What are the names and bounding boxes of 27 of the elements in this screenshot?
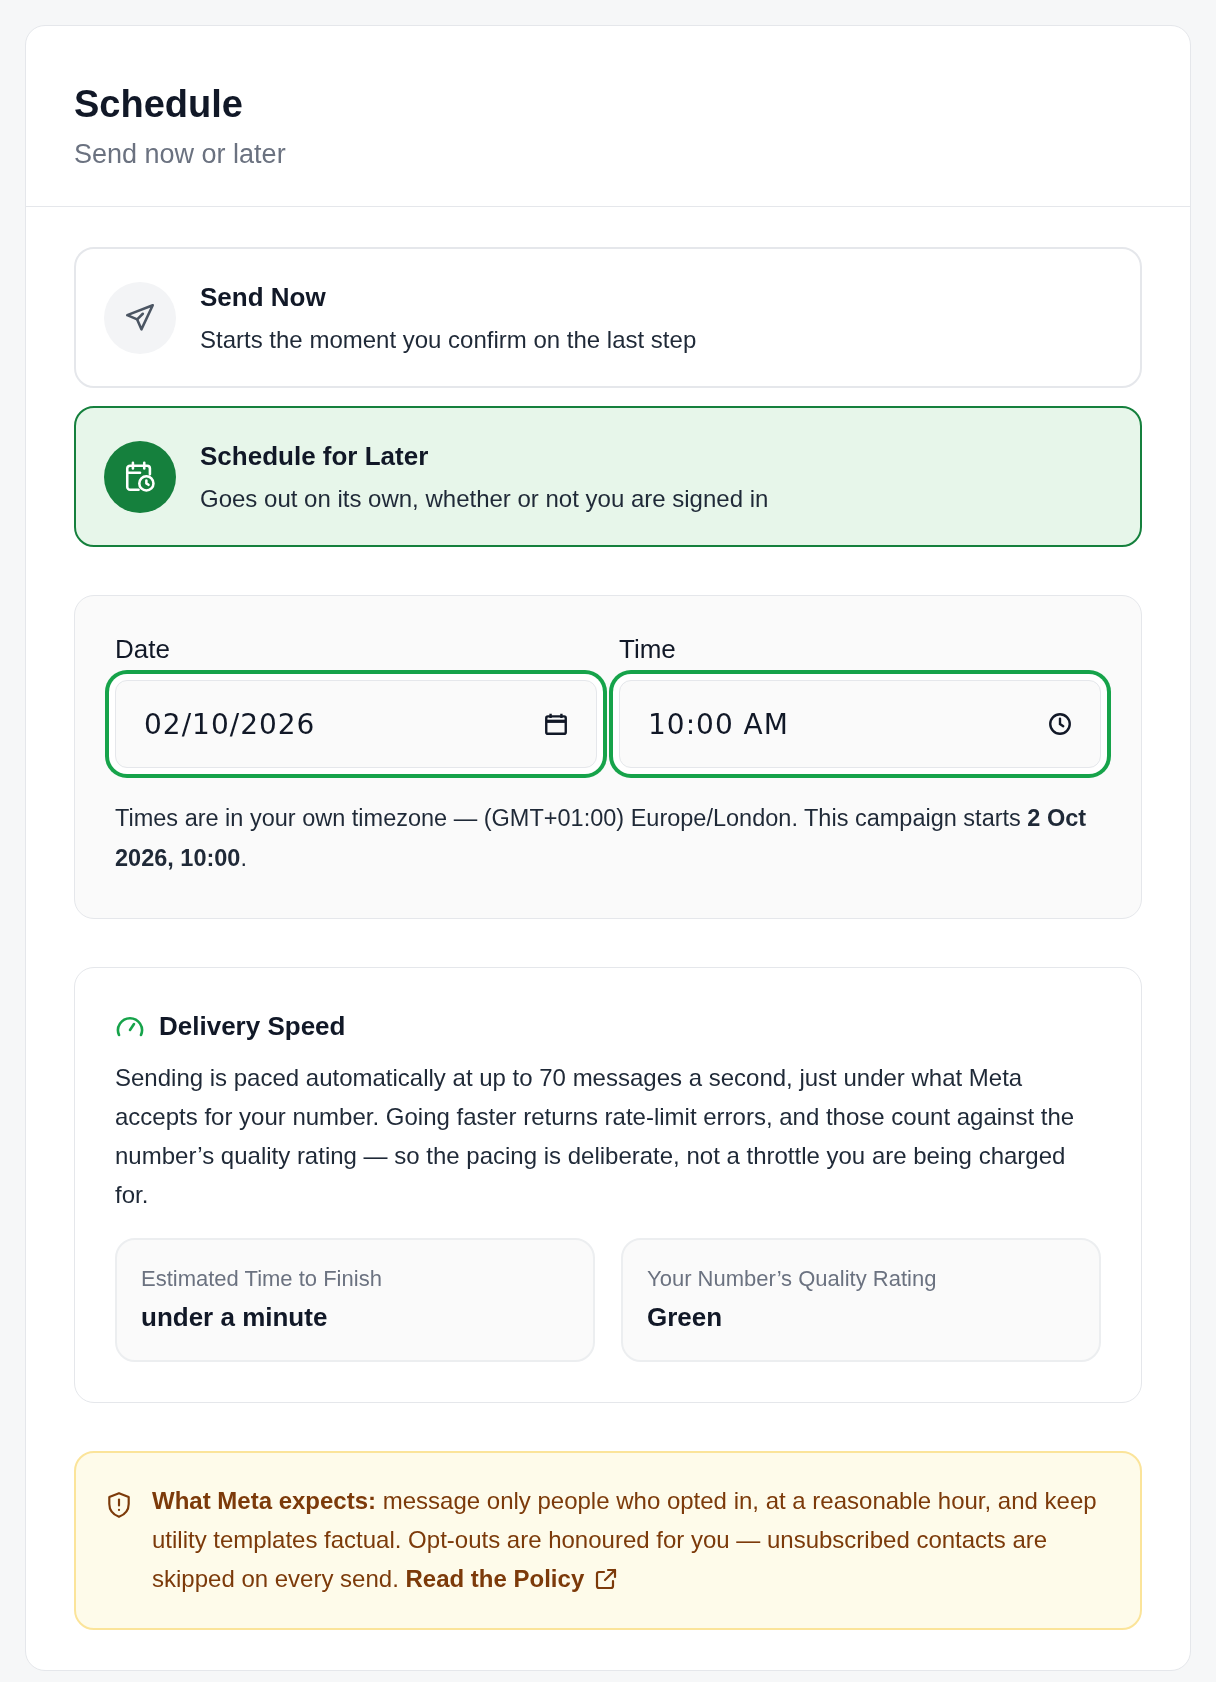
calendar-icon	[543, 711, 569, 737]
option-description: Goes out on its own, whether or not you are signed in	[200, 483, 769, 514]
card-title: Schedule	[74, 84, 244, 124]
option-title: Send Now	[200, 280, 327, 313]
external-link-icon	[594, 1566, 619, 1591]
timezone-note: Times are in your own timezone — (GMT+01:00) Europe/London. This campaign starts 2 Oct 2026, 10:00.	[115, 804, 1088, 873]
stat-value: Green	[647, 1301, 723, 1334]
gauge-icon	[115, 1015, 145, 1037]
option-description: Starts the moment you confirm on the last step	[200, 324, 697, 355]
field-label: Time	[619, 634, 676, 664]
delivery-description: Sending is paced automatically at up to 70 messages a second, just under what Meta accepts for your number. Going faster returns rate-limit errors, and those count against the number’s quality rating — so the pacing is deliberate, not a throttle you are being charged for.	[115, 1063, 1076, 1210]
policy-text: What Meta expects: message only people who opted in, at a reasonable hour, and keep utility templates factual. Opt-outs are honoured for you — unsubscribed contacts are skipped on every send. Read the Policy	[152, 1481, 1110, 1598]
policy-link[interactable]: Read the Policy	[405, 1559, 619, 1598]
calendar-clock-icon	[123, 459, 157, 494]
option-card[interactable]: Send Now Starts the moment you confirm on the last step	[74, 247, 1142, 388]
date-field[interactable]: 02/10/2026	[115, 680, 597, 768]
shield-icon	[106, 1491, 132, 1519]
card-subtitle: Send now or later	[74, 138, 287, 170]
clock-icon	[1047, 711, 1073, 737]
stat-label: Estimated Time to Finish	[141, 1265, 382, 1293]
field-label: Date	[115, 634, 170, 664]
stat-label: Your Number’s Quality Rating	[647, 1265, 937, 1293]
stat-value: under a minute	[141, 1301, 328, 1334]
section-title: Delivery Speed	[159, 1010, 346, 1042]
time-field[interactable]: 10:00 AM	[619, 680, 1101, 768]
option-title: Schedule for Later	[200, 439, 430, 472]
option-card[interactable]: Schedule for Later Goes out on its own, whether or not you are signed in	[74, 406, 1142, 547]
